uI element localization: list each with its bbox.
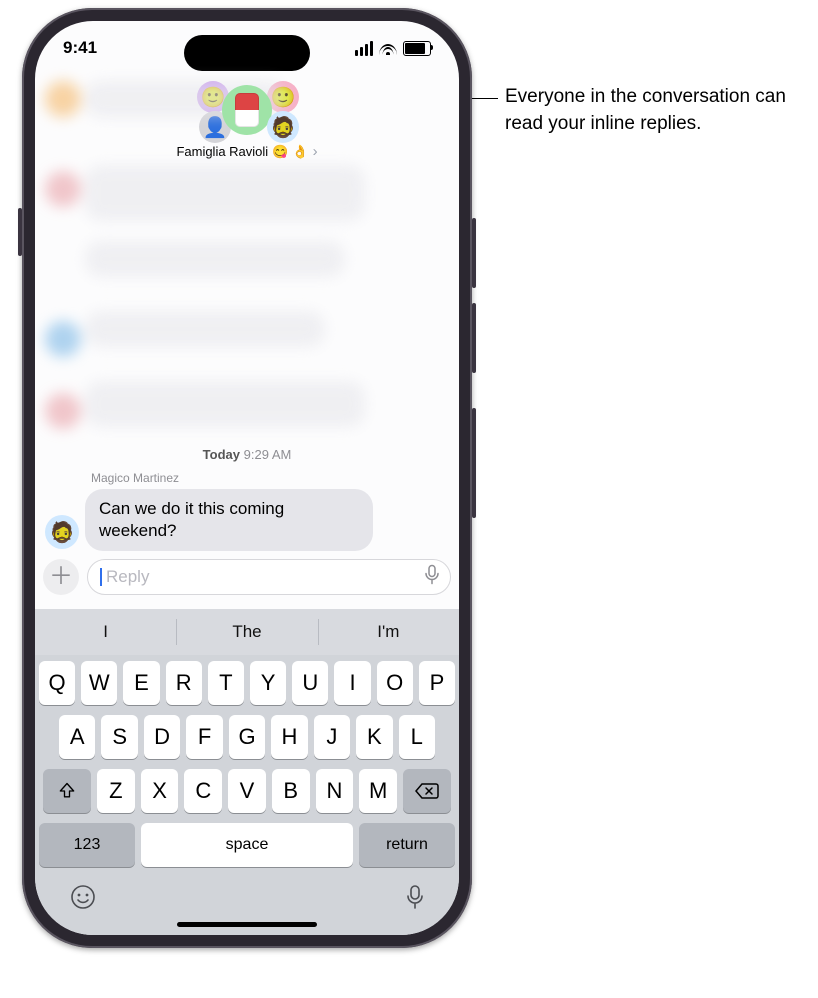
keyboard-row: 123 space return (39, 823, 455, 867)
key-l[interactable]: L (399, 715, 435, 759)
phone-screen: 9:41 🙂 👤 🙂 🧔 Famiglia Ravioli 😋 👌 › (35, 21, 459, 935)
message-composer: ＋ Reply (43, 557, 451, 597)
keyboard-row: Z X C V B N M (39, 769, 455, 813)
key-return[interactable]: return (359, 823, 455, 867)
key-x[interactable]: X (141, 769, 179, 813)
group-photo (222, 85, 272, 135)
key-f[interactable]: F (186, 715, 222, 759)
group-name: Famiglia Ravioli (176, 144, 268, 159)
blurred-thread-background (35, 171, 459, 451)
callout-text: Everyone in the conversation can read yo… (505, 84, 805, 137)
group-emoji: 👌 (292, 144, 308, 160)
message-sender-avatar[interactable]: 🧔 (45, 515, 79, 549)
volume-up (472, 218, 476, 288)
key-a[interactable]: A (59, 715, 95, 759)
emoji-keyboard-icon[interactable] (69, 883, 97, 916)
predictive-suggestion[interactable]: I (35, 609, 176, 655)
key-backspace[interactable] (403, 769, 451, 813)
message-sender-name: Magico Martinez (91, 471, 179, 485)
key-shift[interactable] (43, 769, 91, 813)
thread-timestamp: Today 9:29 AM (35, 447, 459, 462)
volume-down (472, 303, 476, 373)
dynamic-island (184, 35, 310, 71)
keyboard-row: A S D F G H J K L (39, 715, 455, 759)
key-k[interactable]: K (356, 715, 392, 759)
key-d[interactable]: D (144, 715, 180, 759)
predictive-suggestion[interactable]: I'm (318, 609, 459, 655)
key-y[interactable]: Y (250, 661, 286, 705)
dictation-icon[interactable] (424, 565, 440, 590)
key-g[interactable]: G (229, 715, 265, 759)
key-s[interactable]: S (101, 715, 137, 759)
message-bubble[interactable]: Can we do it this coming weekend? (85, 489, 373, 551)
reply-input[interactable]: Reply (87, 559, 451, 595)
key-v[interactable]: V (228, 769, 266, 813)
key-j[interactable]: J (314, 715, 350, 759)
phone-frame: 9:41 🙂 👤 🙂 🧔 Famiglia Ravioli 😋 👌 › (22, 8, 472, 948)
participant-avatar: 🧔 (267, 111, 299, 143)
key-space[interactable]: space (141, 823, 353, 867)
wifi-icon (379, 41, 397, 55)
battery-icon (403, 41, 431, 56)
reply-placeholder: Reply (106, 567, 149, 587)
key-i[interactable]: I (334, 661, 370, 705)
key-n[interactable]: N (316, 769, 354, 813)
key-h[interactable]: H (271, 715, 307, 759)
keyboard-dictation-icon[interactable] (405, 884, 425, 915)
key-u[interactable]: U (292, 661, 328, 705)
keyboard-row: Q W E R T Y U I O P (39, 661, 455, 705)
key-m[interactable]: M (359, 769, 397, 813)
key-b[interactable]: B (272, 769, 310, 813)
group-emoji: 😋 (272, 144, 288, 160)
predictive-suggestion[interactable]: The (176, 609, 317, 655)
key-r[interactable]: R (166, 661, 202, 705)
cellular-icon (355, 41, 373, 56)
key-c[interactable]: C (184, 769, 222, 813)
power-button (472, 408, 476, 518)
predictive-text-bar: I The I'm (35, 609, 459, 655)
home-indicator[interactable] (177, 922, 317, 927)
key-numbers[interactable]: 123 (39, 823, 135, 867)
compose-plus-button[interactable]: ＋ (43, 559, 79, 595)
chevron-right-icon: › (313, 143, 318, 160)
silence-switch (18, 208, 22, 256)
key-q[interactable]: Q (39, 661, 75, 705)
status-time: 9:41 (63, 38, 97, 58)
key-z[interactable]: Z (97, 769, 135, 813)
key-p[interactable]: P (419, 661, 455, 705)
key-t[interactable]: T (208, 661, 244, 705)
keyboard: Q W E R T Y U I O P A S D F G H J K L (35, 655, 459, 935)
key-e[interactable]: E (123, 661, 159, 705)
key-o[interactable]: O (377, 661, 413, 705)
key-w[interactable]: W (81, 661, 117, 705)
